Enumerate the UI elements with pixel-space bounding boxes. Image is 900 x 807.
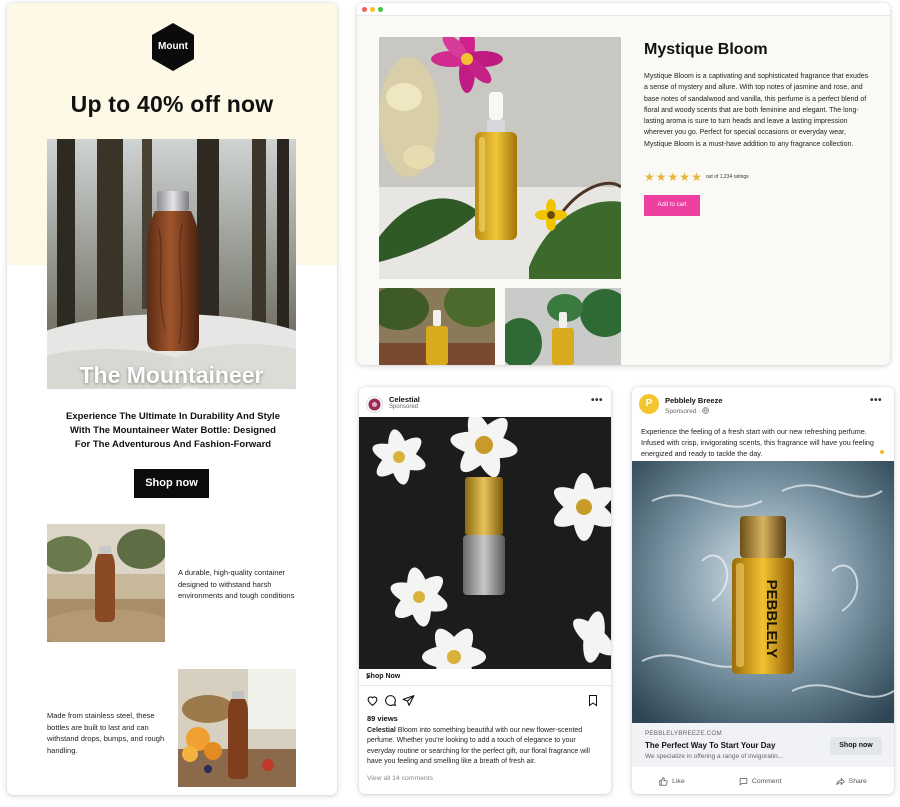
mount-logo: Mount xyxy=(152,23,194,71)
perfume-main-image[interactable] xyxy=(379,37,621,279)
product-title: Mystique Bloom xyxy=(644,41,768,58)
link-subtitle: We specialize in offering a range of inv… xyxy=(645,753,784,760)
chevron-right-icon: › xyxy=(366,671,370,682)
pebblely-perfume-image[interactable]: PEBBLELY xyxy=(632,461,894,723)
product-description: Mystique Bloom is a captivating and soph… xyxy=(644,73,869,148)
comment-button[interactable]: Comment xyxy=(739,777,781,786)
perfume-thumbnail-2[interactable] xyxy=(505,288,621,365)
star-icon: ★ xyxy=(691,170,702,184)
share-button[interactable]: Share xyxy=(836,777,867,786)
close-window-dot[interactable] xyxy=(362,7,367,12)
pebblely-avatar[interactable]: P xyxy=(639,394,659,414)
caption-account[interactable]: Celestial xyxy=(367,727,396,734)
star-rating: ★ ★ ★ ★ ★ out of 1,234 ratings xyxy=(644,170,749,184)
sponsored-label: Sponsored xyxy=(389,404,419,410)
feature-text-steel: Made from stainless steel, these bottles… xyxy=(47,711,165,755)
hero-product-title: The Mountaineer xyxy=(79,362,264,388)
rating-count: out of 1,234 ratings xyxy=(705,174,749,180)
kitchen-bottle-image xyxy=(178,669,296,787)
shop-now-button[interactable]: Shop now xyxy=(830,737,882,755)
sponsored-text: Sponsored · xyxy=(665,408,701,415)
star-icon: ★ xyxy=(644,170,655,184)
view-count: 89 views xyxy=(367,714,398,723)
post-action-icons xyxy=(366,694,415,708)
desert-bottle-image xyxy=(47,524,165,642)
minimize-window-dot[interactable] xyxy=(370,7,375,12)
share-icon[interactable] xyxy=(402,694,415,707)
perfume-thumbnail-1[interactable] xyxy=(379,288,495,365)
email-newsletter-card: Mount Up to 40% off now The Mountaineer … xyxy=(7,3,337,795)
product-description: Experience The Ultimate In Durability An… xyxy=(66,411,280,450)
comment-icon xyxy=(739,777,748,786)
shop-now-button[interactable]: Shop now xyxy=(134,469,209,498)
sponsored-label: Sponsored · xyxy=(665,407,710,415)
comment-icon[interactable] xyxy=(384,694,397,707)
star-icon: ★ xyxy=(655,170,667,184)
water-bottle-hero-image: The Mountaineer xyxy=(47,139,296,389)
comment-label: Comment xyxy=(751,777,782,785)
like-button[interactable]: Like xyxy=(659,776,685,786)
heart-icon[interactable] xyxy=(366,694,379,707)
share-label: Share xyxy=(848,777,867,785)
post-actions: Like Comment Share xyxy=(632,773,894,789)
facebook-ad-card: P Pebblely Breeze Sponsored · ••• Experi… xyxy=(632,387,894,794)
share-arrow-icon xyxy=(836,777,845,785)
star-icon: ★ xyxy=(667,170,679,184)
maximize-window-dot[interactable] xyxy=(378,7,383,12)
shop-now-bar[interactable]: Shop Now › xyxy=(359,669,611,686)
promo-headline: Up to 40% off now xyxy=(70,91,274,117)
link-title: The Perfect Way To Start Your Day xyxy=(645,741,776,750)
link-preview[interactable]: PEBBLELYBREEZE.COM The Perfect Way To St… xyxy=(632,723,894,767)
star-icon: ★ xyxy=(679,170,691,184)
caption-text: Bloom into something beautiful with our … xyxy=(367,727,590,765)
like-label: Like xyxy=(672,777,685,785)
bookmark-icon[interactable] xyxy=(587,694,599,712)
celestial-avatar[interactable] xyxy=(366,396,383,413)
browser-title-bar xyxy=(357,3,890,16)
logo-text: Mount xyxy=(158,41,188,52)
post-text: Experience the feeling of a fresh start … xyxy=(641,427,874,458)
notification-dot xyxy=(880,450,884,454)
bottle-label: PEBBLELY xyxy=(763,580,780,659)
more-options-icon[interactable]: ••• xyxy=(591,395,603,406)
post-caption: Celestial Bloom into something beautiful… xyxy=(367,726,605,767)
feature-text-durable: A durable, high-quality container design… xyxy=(178,568,295,600)
perfume-flowers-image[interactable] xyxy=(359,417,611,669)
product-page-window: Mystique Bloom Mystique Bloom is a capti… xyxy=(357,3,890,365)
link-domain: PEBBLELYBREEZE.COM xyxy=(645,730,722,737)
globe-icon xyxy=(702,407,710,414)
instagram-ad-card: Celestial Sponsored ••• Shop Now › 89 vi… xyxy=(359,387,611,794)
account-name[interactable]: Celestial xyxy=(389,395,420,404)
thumbs-up-icon xyxy=(659,776,668,786)
more-options-icon[interactable]: ••• xyxy=(870,395,882,406)
add-to-cart-button[interactable]: Add to cart xyxy=(644,195,700,216)
view-comments-link[interactable]: View all 14 comments xyxy=(367,775,433,782)
page-name[interactable]: Pebblely Breeze xyxy=(665,396,723,405)
